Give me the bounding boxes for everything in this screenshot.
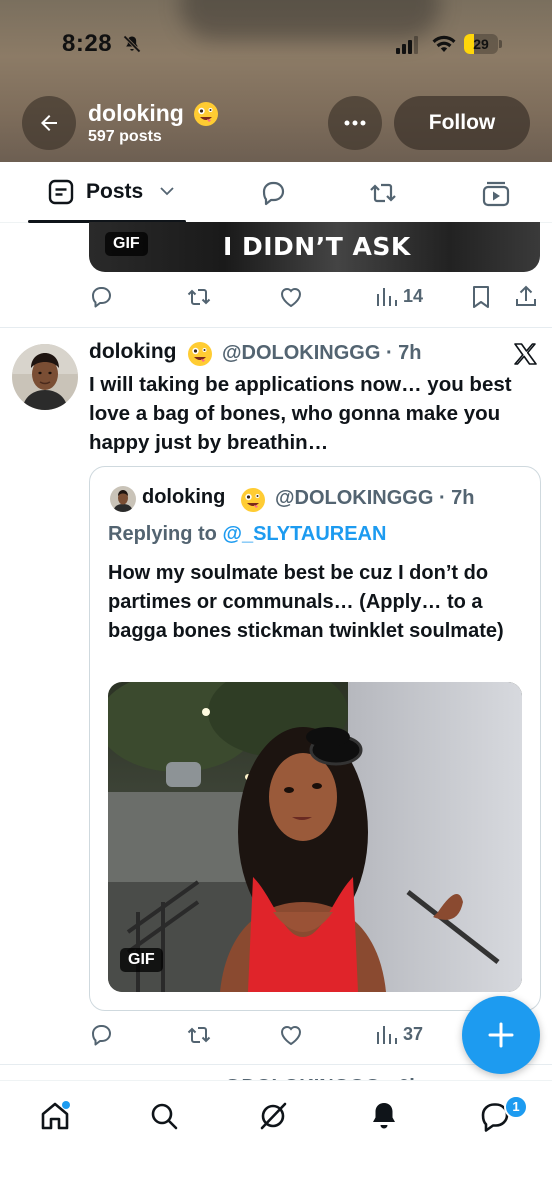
replying-mention-link[interactable]: @_SLYTAUREAN <box>222 523 386 545</box>
bell-slash-icon <box>123 35 141 53</box>
replying-to: Replying to @_SLYTAUREAN <box>108 523 386 546</box>
more-options-button[interactable] <box>328 96 382 150</box>
search-icon[interactable] <box>147 1099 181 1133</box>
profile-name: doloking <box>88 100 184 126</box>
quoted-post[interactable]: doloking @DOLOKINGGG · 7h Replying to @_… <box>89 466 541 1011</box>
quoted-text: How my soulmate best be cuz I don’t do p… <box>108 562 504 642</box>
messages-badge: 1 <box>504 1095 528 1119</box>
replying-prefix: Replying to <box>108 523 217 545</box>
post-divider <box>0 1064 552 1065</box>
chevron-down-icon <box>160 187 174 196</box>
plus-icon <box>488 1022 514 1048</box>
previous-post-actions: 14 <box>0 284 552 314</box>
quoted-avatar <box>110 486 136 512</box>
views-count: 37 <box>403 1024 424 1044</box>
tab-replies-icon[interactable] <box>258 178 288 208</box>
like-heart-icon[interactable] <box>278 284 304 310</box>
wifi-icon <box>432 35 456 52</box>
profile-header: 8:28 29 doloking 597 posts Follow <box>0 0 552 162</box>
repost-icon[interactable] <box>186 284 212 310</box>
tab-posts-label: Posts <box>86 180 144 203</box>
reply-icon[interactable] <box>89 1022 115 1048</box>
post-author-name[interactable]: doloking <box>89 340 177 364</box>
like-heart-icon[interactable] <box>278 1022 304 1048</box>
bottom-navigation: 1 <box>0 1080 552 1201</box>
bookmark-icon[interactable] <box>468 284 494 310</box>
compose-post-button[interactable] <box>462 996 540 1074</box>
quoted-handle-time: @DOLOKINGGG · 7h <box>275 487 475 509</box>
arrow-left-icon <box>41 115 57 131</box>
tab-media-icon[interactable] <box>481 178 511 208</box>
battery-indicator: 29 <box>464 34 504 56</box>
tab-reposts-icon[interactable] <box>368 178 398 208</box>
x-logo-icon[interactable] <box>513 342 537 366</box>
post-handle-time: @DOLOKINGGG · 7h <box>222 342 422 364</box>
previous-post-gif[interactable]: GIF I DIDN’T ASK <box>89 222 540 272</box>
zany-face-emoji-icon <box>188 342 212 366</box>
status-time: 8:28 <box>62 30 113 57</box>
gif-image <box>108 682 522 992</box>
notifications-bell-icon[interactable] <box>367 1099 401 1133</box>
battery-level: 29 <box>473 36 489 52</box>
zany-face-emoji-icon <box>241 488 265 512</box>
post-text: I will taking be applications now… you b… <box>89 373 512 454</box>
follow-button[interactable]: Follow <box>394 96 530 150</box>
gif-badge: GIF <box>105 232 148 256</box>
posts-tab-icon <box>48 179 74 205</box>
reply-icon[interactable] <box>89 284 115 310</box>
cellular-signal-icon <box>396 36 418 54</box>
tab-posts[interactable]: Posts <box>28 162 188 223</box>
views-count: 14 <box>403 286 424 306</box>
gif-caption: I DIDN’T ASK <box>223 232 411 261</box>
avatar[interactable] <box>12 344 78 410</box>
profile-tabs: Posts <box>0 162 552 223</box>
home-notification-dot <box>62 1101 70 1109</box>
zany-face-emoji-icon <box>194 102 218 126</box>
views-chart-icon[interactable] <box>374 284 400 310</box>
quoted-author-name: doloking <box>142 486 226 508</box>
back-button[interactable] <box>22 96 76 150</box>
gif-badge: GIF <box>120 948 163 972</box>
posts-count: 597 posts <box>88 128 162 145</box>
share-icon[interactable] <box>513 284 539 310</box>
ellipsis-icon <box>344 120 366 126</box>
repost-icon[interactable] <box>186 1022 212 1048</box>
quoted-gif[interactable]: GIF <box>108 682 522 992</box>
post-divider <box>0 327 552 328</box>
views-chart-icon[interactable] <box>374 1022 400 1048</box>
grok-icon[interactable] <box>256 1099 290 1133</box>
